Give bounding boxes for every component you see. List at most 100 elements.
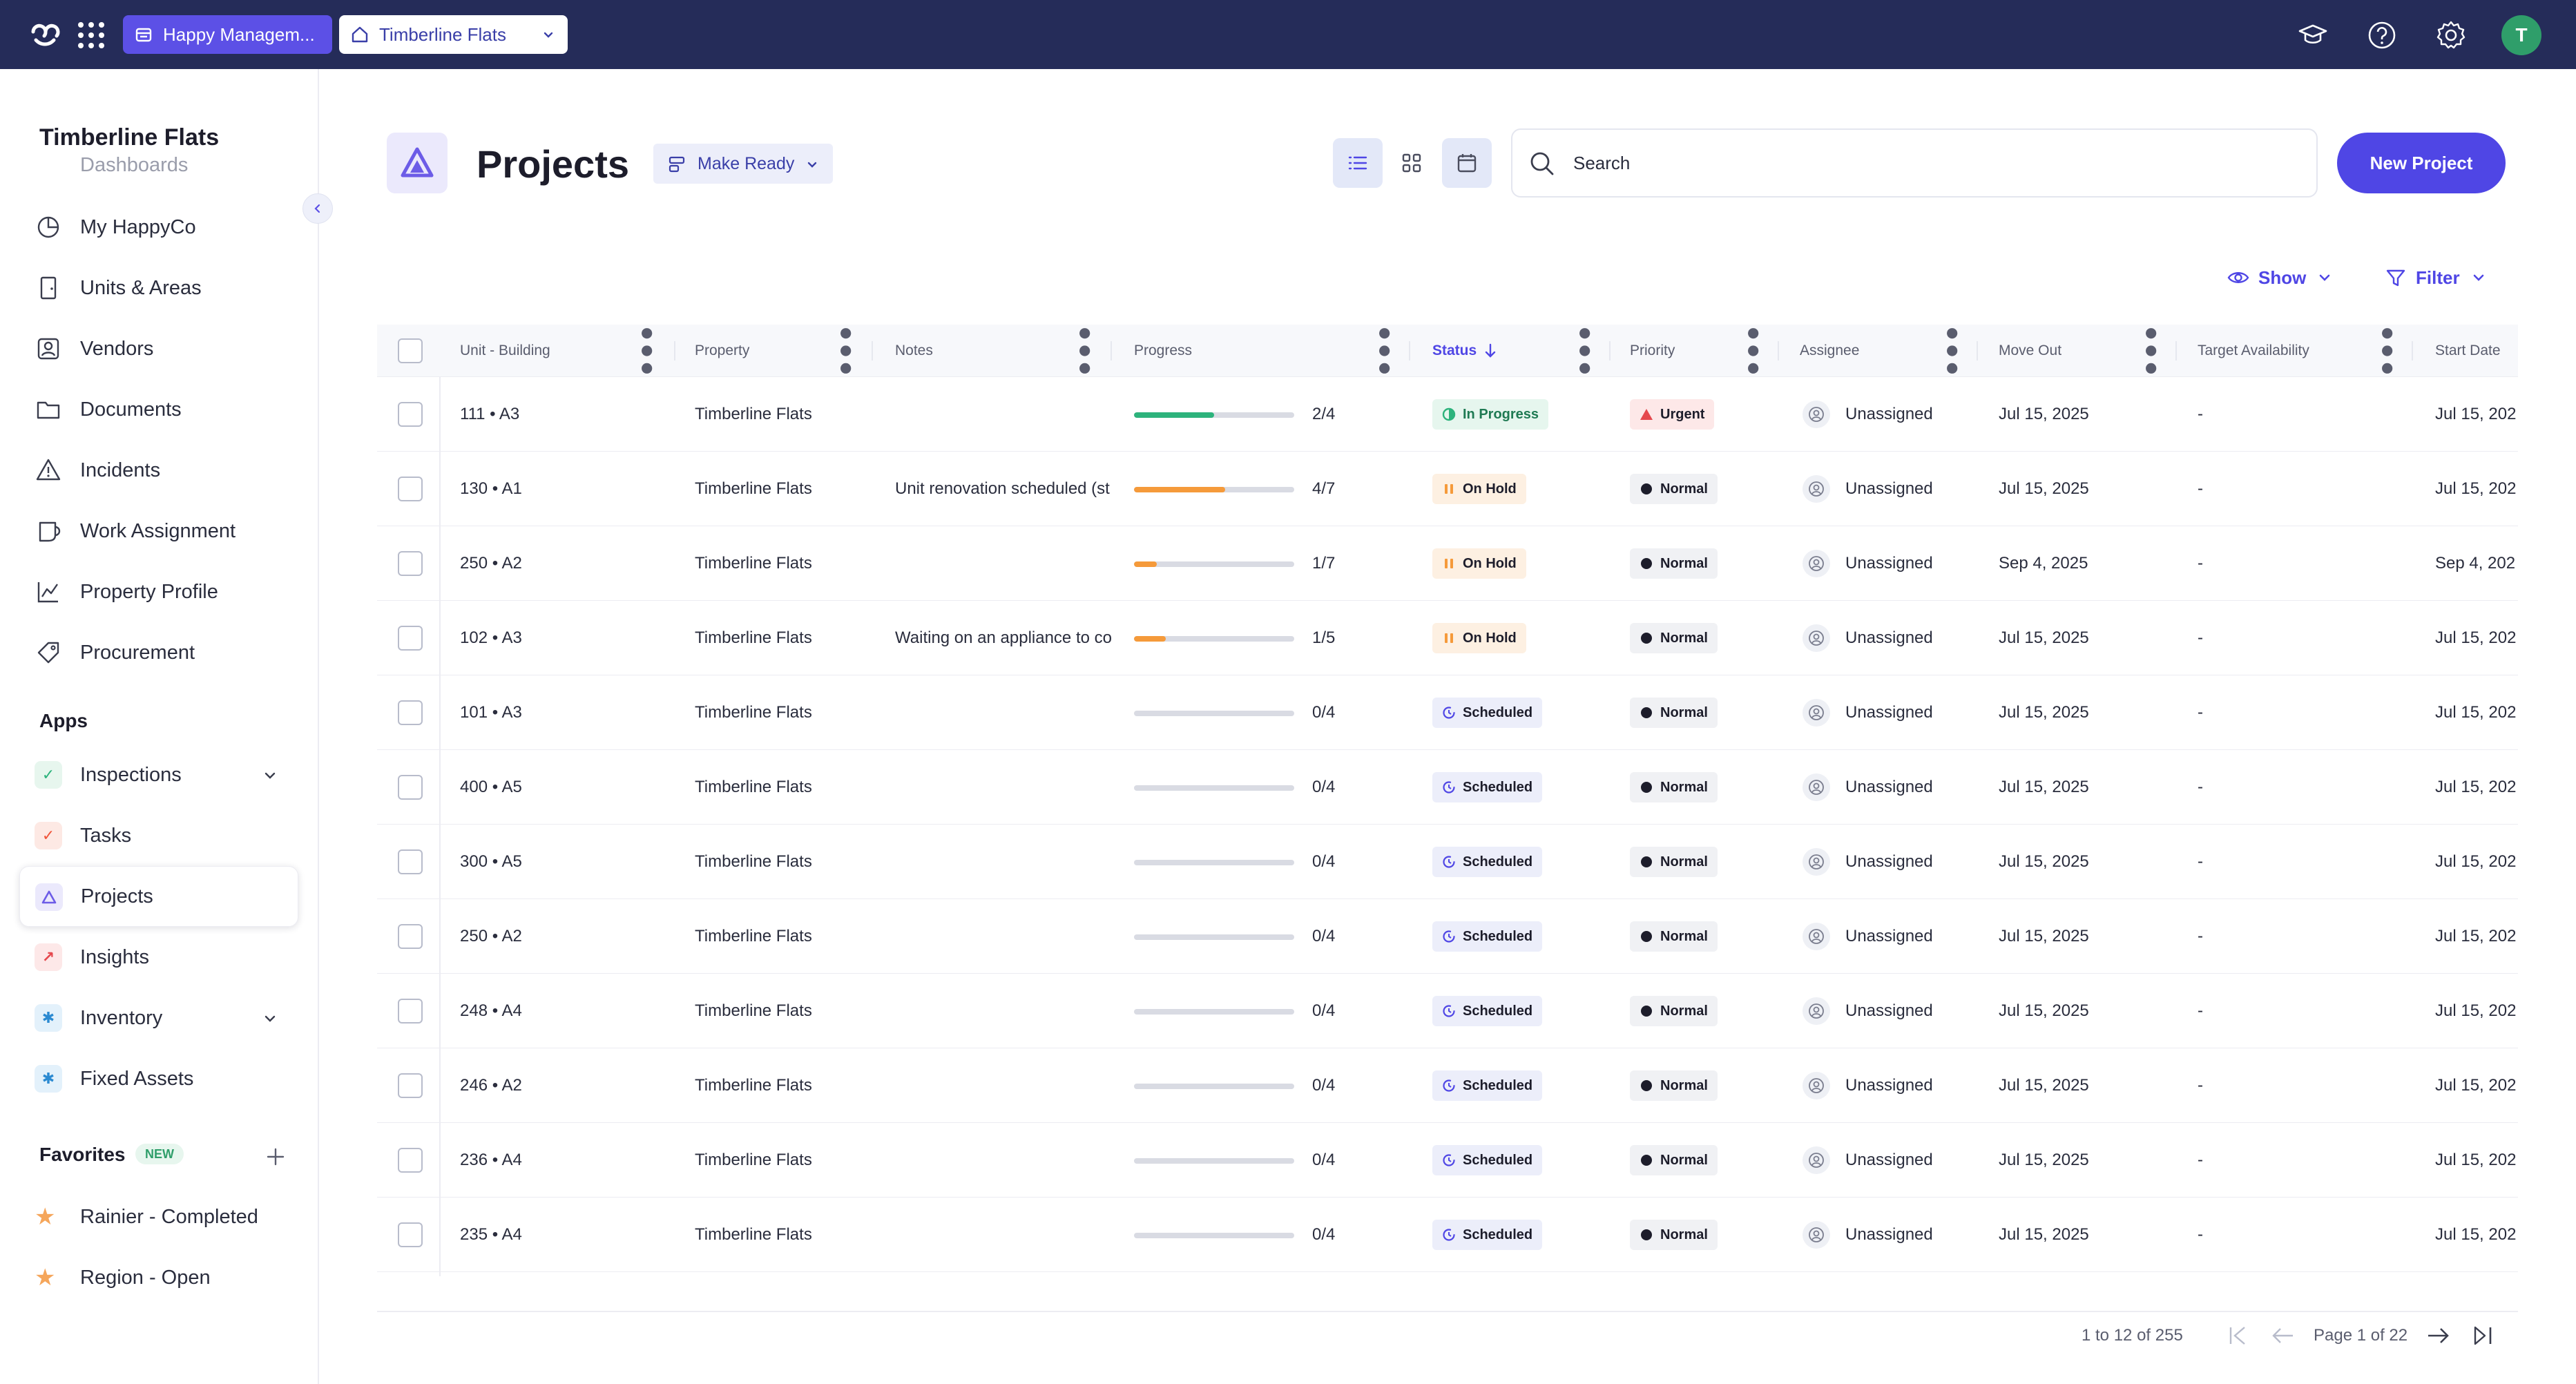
status-badge[interactable]: Scheduled — [1432, 1145, 1543, 1175]
row-select-checkbox[interactable] — [398, 700, 423, 725]
priority-badge[interactable]: Normal — [1630, 548, 1718, 579]
table-row[interactable]: 250 • A2 Timberline Flats 0/4 Scheduled Norm… — [377, 899, 2518, 974]
favorite-item-rainier-completed[interactable]: ★ Rainier - Completed — [19, 1186, 298, 1247]
priority-badge[interactable]: Normal — [1630, 921, 1718, 952]
settings-gear-icon[interactable] — [2435, 19, 2467, 51]
list-view-button[interactable] — [1333, 138, 1383, 188]
calendar-view-button[interactable] — [1442, 138, 1492, 188]
sidebar-item-inspections[interactable]: ✓ Inspections — [19, 744, 298, 805]
grid-view-button[interactable] — [1387, 138, 1436, 188]
sidebar-item-work-assignment[interactable]: Work Assignment — [19, 501, 298, 561]
column-menu-kebab-icon[interactable] — [1376, 325, 1393, 377]
row-select-checkbox[interactable] — [398, 775, 423, 800]
filter-button[interactable]: Filter — [2384, 262, 2486, 293]
property-switcher-button[interactable]: Timberline Flats — [339, 15, 568, 54]
priority-badge[interactable]: Normal — [1630, 474, 1718, 504]
status-badge[interactable]: In Progress — [1432, 399, 1549, 430]
assignee-cell[interactable]: Unassigned — [1845, 1048, 1977, 1123]
table-row[interactable]: 101 • A3 Timberline Flats 0/4 Scheduled Norm… — [377, 675, 2518, 750]
organization-switcher-button[interactable]: Happy Managem... — [123, 15, 332, 54]
row-select-checkbox[interactable] — [398, 999, 423, 1023]
sidebar-item-vendors[interactable]: Vendors — [19, 318, 298, 379]
priority-badge[interactable]: Normal — [1630, 1145, 1718, 1175]
notes-cell[interactable] — [895, 1123, 1113, 1198]
assignee-cell[interactable]: Unassigned — [1845, 1123, 1977, 1198]
column-menu-kebab-icon[interactable] — [1744, 325, 1762, 377]
sidebar-item-documents[interactable]: Documents — [19, 379, 298, 440]
notes-cell[interactable] — [895, 1048, 1113, 1123]
column-header-move-out[interactable]: Move Out — [1999, 325, 2061, 377]
unit-building-cell[interactable]: 246 • A2 — [460, 1048, 667, 1123]
column-menu-kebab-icon[interactable] — [837, 325, 854, 377]
priority-badge[interactable]: Normal — [1630, 996, 1718, 1026]
unit-building-cell[interactable]: 101 • A3 — [460, 675, 667, 750]
priority-badge[interactable]: Normal — [1630, 1070, 1718, 1101]
favorite-item-region-open[interactable]: ★ Region - Open — [19, 1247, 298, 1308]
priority-badge[interactable]: Normal — [1630, 772, 1718, 802]
sidebar-item-procurement[interactable]: Procurement — [19, 622, 298, 683]
assignee-cell[interactable]: Unassigned — [1845, 601, 1977, 675]
priority-badge[interactable]: Urgent — [1630, 399, 1715, 430]
column-separator[interactable] — [1609, 341, 1611, 361]
status-badge[interactable]: On Hold — [1432, 623, 1526, 653]
assignee-cell[interactable]: Unassigned — [1845, 825, 1977, 899]
academy-cap-icon[interactable] — [2297, 19, 2329, 51]
show-columns-button[interactable]: Show — [2227, 262, 2332, 293]
new-project-button[interactable]: New Project — [2337, 133, 2506, 193]
sidebar-item-insights[interactable]: ↗ Insights — [19, 927, 298, 988]
column-menu-kebab-icon[interactable] — [1076, 325, 1093, 377]
row-select-checkbox[interactable] — [398, 924, 423, 949]
sidebar-item-projects[interactable]: Projects — [19, 866, 298, 927]
notes-cell[interactable] — [895, 974, 1113, 1048]
column-menu-kebab-icon[interactable] — [2378, 325, 2396, 377]
table-row[interactable]: 248 • A4 Timberline Flats 0/4 Scheduled Norm… — [377, 974, 2518, 1048]
unit-building-cell[interactable]: 250 • A2 — [460, 899, 667, 974]
column-header-start-date[interactable]: Start Date — [2435, 325, 2501, 377]
column-header-notes[interactable]: Notes — [895, 325, 933, 377]
add-favorite-plus-icon[interactable] — [265, 1146, 286, 1167]
unit-building-cell[interactable]: 130 • A1 — [460, 452, 667, 526]
notes-cell[interactable] — [895, 899, 1113, 974]
last-page-icon[interactable] — [2468, 1322, 2496, 1349]
chevron-down-icon[interactable] — [262, 1011, 278, 1026]
user-avatar[interactable]: T — [2501, 15, 2541, 55]
unit-building-cell[interactable]: 400 • A5 — [460, 750, 667, 825]
notes-cell[interactable] — [895, 675, 1113, 750]
assignee-cell[interactable]: Unassigned — [1845, 750, 1977, 825]
sidebar-item-inventory[interactable]: ✱ Inventory — [19, 988, 298, 1048]
row-select-checkbox[interactable] — [398, 1073, 423, 1098]
row-select-checkbox[interactable] — [398, 1148, 423, 1173]
unit-building-cell[interactable]: 248 • A4 — [460, 974, 667, 1048]
status-badge[interactable]: Scheduled — [1432, 921, 1543, 952]
row-select-checkbox[interactable] — [398, 1222, 423, 1247]
row-select-checkbox[interactable] — [398, 626, 423, 651]
first-page-icon[interactable] — [2225, 1322, 2253, 1349]
column-separator[interactable] — [2175, 341, 2177, 361]
sidebar-item-fixed-assets[interactable]: ✱ Fixed Assets — [19, 1048, 298, 1109]
status-badge[interactable]: Scheduled — [1432, 698, 1543, 728]
status-badge[interactable]: On Hold — [1432, 474, 1526, 504]
column-menu-kebab-icon[interactable] — [2142, 325, 2160, 377]
column-separator[interactable] — [1778, 341, 1779, 361]
table-row[interactable]: 400 • A5 Timberline Flats 0/4 Scheduled Norm… — [377, 750, 2518, 825]
search-input[interactable] — [1573, 152, 2316, 174]
column-header-property[interactable]: Property — [695, 325, 749, 377]
column-menu-kebab-icon[interactable] — [1943, 325, 1961, 377]
column-separator[interactable] — [1977, 341, 1978, 361]
assignee-cell[interactable]: Unassigned — [1845, 377, 1977, 452]
project-template-select[interactable]: Make Ready — [653, 144, 833, 184]
column-menu-kebab-icon[interactable] — [1576, 325, 1593, 377]
sidebar-item-incidents[interactable]: Incidents — [19, 440, 298, 501]
table-row[interactable]: 235 • A4 Timberline Flats 0/4 Scheduled Norm… — [377, 1198, 2518, 1272]
previous-page-arrow-icon[interactable] — [2269, 1322, 2297, 1349]
collapse-sidebar-button[interactable] — [302, 193, 333, 224]
assignee-cell[interactable]: Unassigned — [1845, 1198, 1977, 1272]
notes-cell[interactable] — [895, 526, 1113, 601]
row-select-checkbox[interactable] — [398, 551, 423, 576]
assignee-cell[interactable]: Unassigned — [1845, 675, 1977, 750]
search-box[interactable] — [1511, 128, 2318, 198]
status-badge[interactable]: On Hold — [1432, 548, 1526, 579]
notes-cell[interactable] — [895, 377, 1113, 452]
column-header-progress[interactable]: Progress — [1134, 325, 1192, 377]
assignee-cell[interactable]: Unassigned — [1845, 899, 1977, 974]
